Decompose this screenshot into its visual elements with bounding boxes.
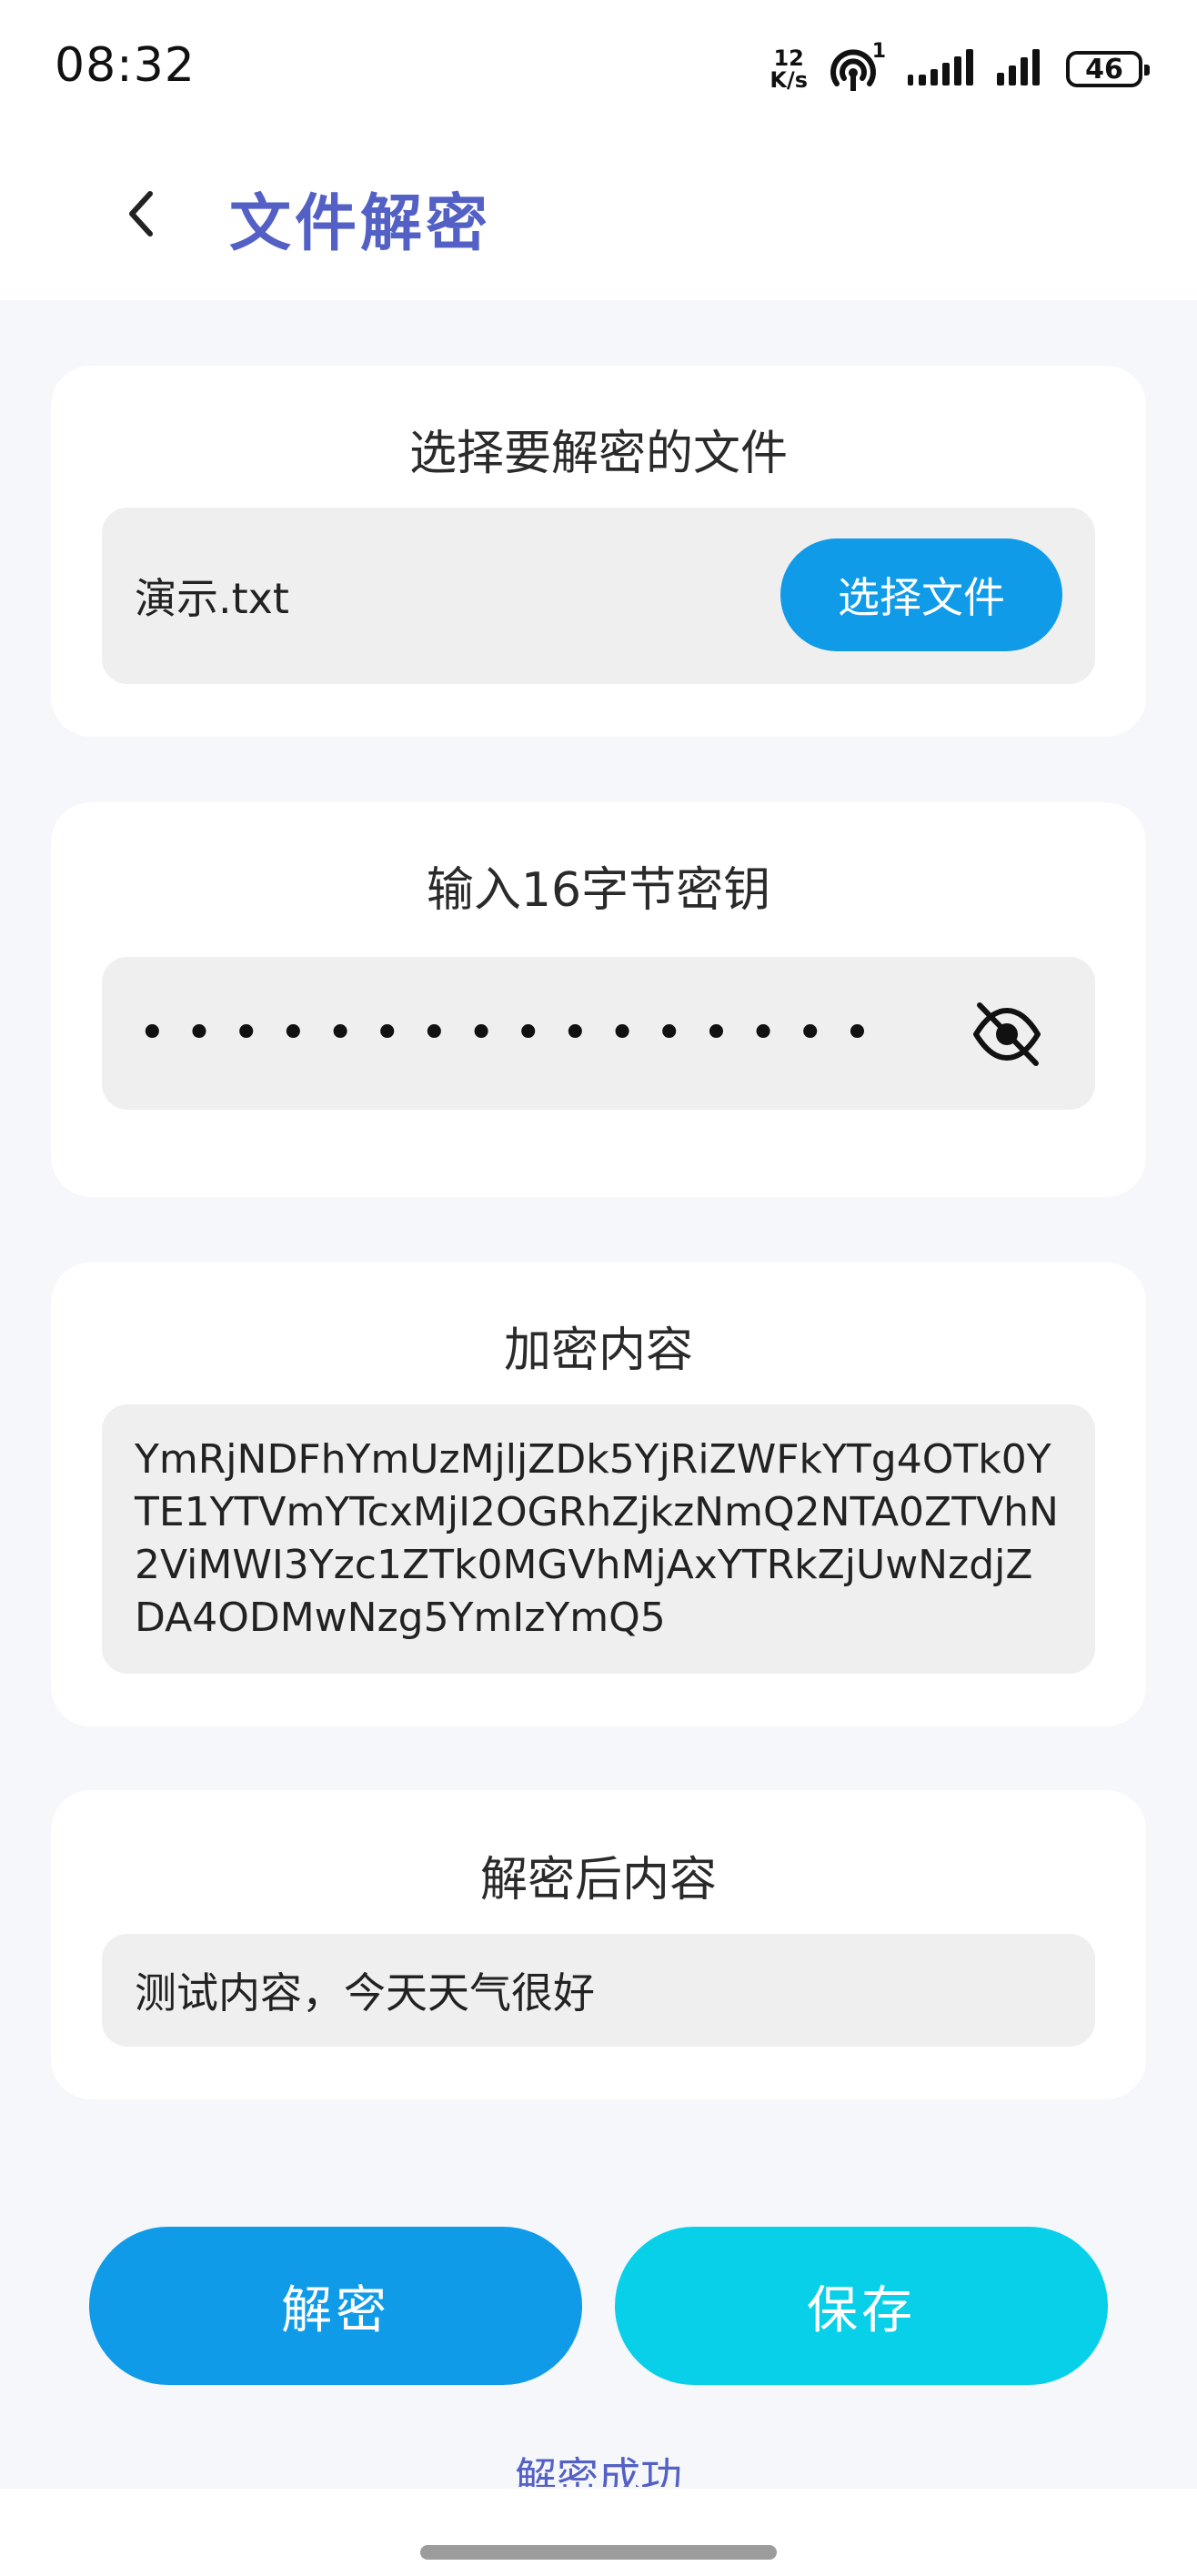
chevron-left-icon xyxy=(129,191,153,236)
navigation-area xyxy=(0,2489,1197,2576)
key-masked-value: •••••••••••••••• xyxy=(138,1006,890,1061)
result-message: 解密成功 xyxy=(515,2453,682,2487)
key-input-field[interactable]: •••••••••••••••• xyxy=(102,957,1095,1110)
toggle-visibility-button[interactable] xyxy=(968,995,1046,1073)
file-select-card: 选择要解密的文件 演示.txt 选择文件 xyxy=(51,366,1146,737)
selected-file-name: 演示.txt xyxy=(135,574,289,623)
key-input-card: 输入16字节密钥 •••••••••••••••• xyxy=(51,802,1146,1197)
encrypted-content-field: YmRjNDFhYmUzMjljZDk5YjRiZWFkYTg4OTk0YTE1… xyxy=(102,1404,1095,1674)
app-header: 文件解密 xyxy=(0,136,1197,300)
decrypted-content-text: 测试内容，今天天气很好 xyxy=(135,1968,595,2018)
battery-icon: 46 xyxy=(1066,51,1150,87)
status-bar: 08:32 12 K/s 1 46 xyxy=(0,0,1197,136)
signal-strength-icon-1 xyxy=(906,47,975,91)
battery-level: 46 xyxy=(1085,53,1123,86)
choose-file-button[interactable]: 选择文件 xyxy=(780,538,1062,651)
decrypted-content-field: 测试内容，今天天气很好 xyxy=(102,1934,1095,2047)
encrypted-content-text: YmRjNDFhYmUzMjljZDk5YjRiZWFkYTg4OTk0YTE1… xyxy=(135,1436,1059,1641)
key-input-title: 输入16字节密钥 xyxy=(426,863,771,918)
network-speed-value: 12 xyxy=(773,45,804,71)
encrypted-content-card: 加密内容 YmRjNDFhYmUzMjljZDk5YjRiZWFkYTg4OTk… xyxy=(51,1263,1146,1726)
back-button[interactable] xyxy=(109,182,173,246)
status-icons: 12 K/s 1 46 xyxy=(770,40,1150,96)
network-speed-unit: K/s xyxy=(770,67,808,93)
file-select-title: 选择要解密的文件 xyxy=(408,427,788,481)
battery-cap xyxy=(1144,65,1150,75)
eye-off-icon xyxy=(973,1002,1041,1066)
encrypted-content-title: 加密内容 xyxy=(503,1323,693,1378)
home-indicator[interactable] xyxy=(420,2545,777,2560)
decrypt-button[interactable]: 解密 xyxy=(89,2227,582,2385)
signal-strength-icon-2 xyxy=(995,47,1046,91)
network-speed: 12 K/s xyxy=(770,47,808,91)
status-time: 08:32 xyxy=(55,38,196,93)
file-decrypt-screen: 08:32 12 K/s 1 46 文件解密 选择要解密的文件 演示.txt 选… xyxy=(0,0,1197,2576)
decrypted-content-title: 解密后内容 xyxy=(479,1853,717,1907)
file-select-field: 演示.txt 选择文件 xyxy=(102,508,1095,684)
decrypted-content-card: 解密后内容 测试内容，今天天气很好 xyxy=(51,1790,1146,2099)
page-title: 文件解密 xyxy=(229,188,492,260)
hotspot-icon: 1 xyxy=(828,40,886,93)
hotspot-badge: 1 xyxy=(871,40,886,63)
save-button[interactable]: 保存 xyxy=(615,2227,1108,2385)
